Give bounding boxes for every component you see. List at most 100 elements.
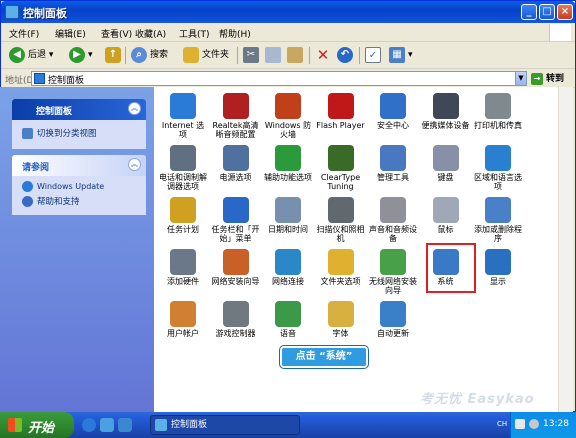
instruction-callout: 点击 “系统”	[280, 346, 368, 368]
control-panel-item[interactable]: Internet 选项	[158, 93, 208, 139]
control-panel-item[interactable]: 辅助功能选项	[263, 145, 313, 182]
language-indicator[interactable]: CH	[497, 420, 507, 428]
update-icon	[380, 301, 406, 327]
control-panel-item[interactable]: 网络连接	[263, 249, 313, 286]
control-panel-item[interactable]: 电源选项	[211, 145, 261, 182]
item-label: 辅助功能选项	[264, 173, 312, 182]
menu-tools[interactable]: 工具(T)	[179, 27, 210, 40]
up-button[interactable]: ↑	[105, 45, 124, 66]
shield-icon	[380, 93, 406, 119]
volume-icon[interactable]	[529, 419, 539, 429]
go-button[interactable]: → 转到	[531, 71, 564, 85]
item-label: 电源选项	[219, 173, 252, 182]
forward-button[interactable]: ▶ ▾	[69, 45, 93, 66]
folders-button[interactable]: 文件夹	[183, 45, 229, 66]
menu-favorites[interactable]: 收藏(A)	[135, 27, 166, 40]
control-panel-item[interactable]: 添加硬件	[158, 249, 208, 286]
item-label: 网络连接	[272, 277, 304, 286]
control-panel-section: 控制面板 ︽ 切换到分类视图	[12, 99, 146, 149]
go-arrow-icon: →	[531, 73, 543, 85]
control-panel-icon	[5, 5, 19, 19]
control-panel-item[interactable]: 游戏控制器	[211, 301, 261, 338]
control-panel-item[interactable]: 声音和音频设备	[368, 197, 418, 243]
minimize-button[interactable]: _	[521, 4, 537, 20]
control-panel-item[interactable]: 网络安装向导	[211, 249, 261, 286]
display-icon	[485, 249, 511, 275]
media-player-icon[interactable]	[118, 418, 132, 432]
item-label: Windows 防火墙	[264, 121, 312, 139]
control-panel-item[interactable]: 管理工具	[368, 145, 418, 182]
paste-button[interactable]	[287, 45, 306, 66]
windows-flag-icon	[8, 418, 22, 432]
control-panel-item[interactable]: Windows 防火墙	[263, 93, 313, 139]
control-panel-item[interactable]: 便携媒体设备	[421, 93, 471, 130]
address-input[interactable]: 控制面板	[31, 71, 524, 86]
control-panel-item[interactable]: 日期和时间	[263, 197, 313, 234]
ie-icon[interactable]	[82, 418, 96, 432]
undo-button[interactable]: ↶	[337, 45, 356, 66]
control-panel-item[interactable]: 无线网络安装向导	[368, 249, 418, 295]
admin-tools-icon	[380, 145, 406, 171]
address-dropdown-button[interactable]: ▼	[515, 71, 527, 86]
maximize-button[interactable]: □	[539, 4, 555, 20]
menu-help[interactable]: 帮助(H)	[219, 27, 251, 40]
control-panel-item[interactable]: 字体	[316, 301, 366, 338]
views-button[interactable]: ▦ ▾	[389, 45, 413, 66]
item-label: 安全中心	[377, 121, 409, 130]
control-panel-item[interactable]: 显示	[473, 249, 523, 286]
menu-file[interactable]: 文件(F)	[9, 27, 39, 40]
switch-category-view-link[interactable]: 切换到分类视图	[22, 127, 97, 139]
section-title: 控制面板	[36, 107, 73, 117]
collapse-icon[interactable]: ︽	[128, 158, 141, 171]
hardware-icon	[170, 249, 196, 275]
copy-button[interactable]	[265, 45, 284, 66]
control-panel-item[interactable]: 鼠标	[421, 197, 471, 234]
control-panel-item[interactable]: Realtek高清晰音频配置	[211, 93, 261, 139]
start-button[interactable]: 开始	[0, 412, 74, 438]
delete-button[interactable]: ✕	[315, 45, 334, 66]
menu-view[interactable]: 查看(V)	[101, 27, 132, 40]
menu-edit[interactable]: 编辑(E)	[55, 27, 86, 40]
control-panel-item[interactable]: 键盘	[421, 145, 471, 182]
taskbar-item-control-panel[interactable]: 控制面板	[150, 415, 300, 435]
control-panel-item[interactable]: 扫描仪和照相机	[316, 197, 366, 243]
item-label: 声音和音频设备	[369, 225, 417, 243]
control-panel-item[interactable]: Flash Player	[316, 93, 366, 130]
section-header[interactable]: 请参阅 ︽	[12, 155, 146, 176]
item-label: 打印机和传真	[474, 121, 522, 130]
cleartype-icon	[327, 145, 354, 171]
scrollbar[interactable]	[558, 87, 573, 412]
properties-button[interactable]: ✓	[365, 45, 384, 66]
control-panel-item[interactable]: 添加或删除程序	[473, 197, 523, 243]
item-label: ClearType Tuning	[320, 173, 361, 191]
control-panel-item[interactable]: 自动更新	[368, 301, 418, 338]
control-panel-item[interactable]: 电话和调制解调器选项	[158, 145, 208, 191]
section-header[interactable]: 控制面板 ︽	[12, 99, 146, 120]
control-panel-item[interactable]: 文件夹选项	[316, 249, 366, 286]
cut-button[interactable]: ✂	[243, 45, 262, 66]
title-bar[interactable]: 控制面板 _ □ ×	[1, 1, 575, 23]
item-label: 日期和时间	[268, 225, 308, 234]
windows-update-link[interactable]: Windows Update	[22, 181, 104, 192]
close-button[interactable]: ×	[557, 4, 573, 20]
media-device-icon	[432, 93, 459, 119]
collapse-icon[interactable]: ︽	[128, 102, 141, 115]
item-label: 管理工具	[377, 173, 409, 182]
tray-icon[interactable]	[515, 419, 525, 429]
back-button[interactable]: ◀ 后退 ▾	[9, 45, 53, 66]
control-panel-item[interactable]: 打印机和传真	[473, 93, 523, 130]
control-panel-item[interactable]: ClearType Tuning	[316, 145, 366, 191]
show-desktop-icon[interactable]	[100, 418, 114, 432]
control-panel-item[interactable]: 安全中心	[368, 93, 418, 130]
item-label: 显示	[490, 277, 506, 286]
control-panel-item[interactable]: 任务计划	[158, 197, 208, 234]
control-panel-item[interactable]: 用户帐户	[158, 301, 208, 338]
taskbar: 开始 控制面板 CH 13:28	[0, 412, 576, 438]
region-icon	[485, 145, 511, 171]
control-panel-item[interactable]: 语音	[263, 301, 313, 338]
search-button[interactable]: ⌕ 搜索	[131, 45, 168, 66]
control-panel-item[interactable]: 区域和语言选项	[473, 145, 523, 191]
help-support-link[interactable]: 帮助和支持	[22, 195, 80, 207]
control-panel-item[interactable]: 任务栏和「开始」菜单	[211, 197, 261, 243]
item-label: 扫描仪和照相机	[316, 225, 365, 243]
